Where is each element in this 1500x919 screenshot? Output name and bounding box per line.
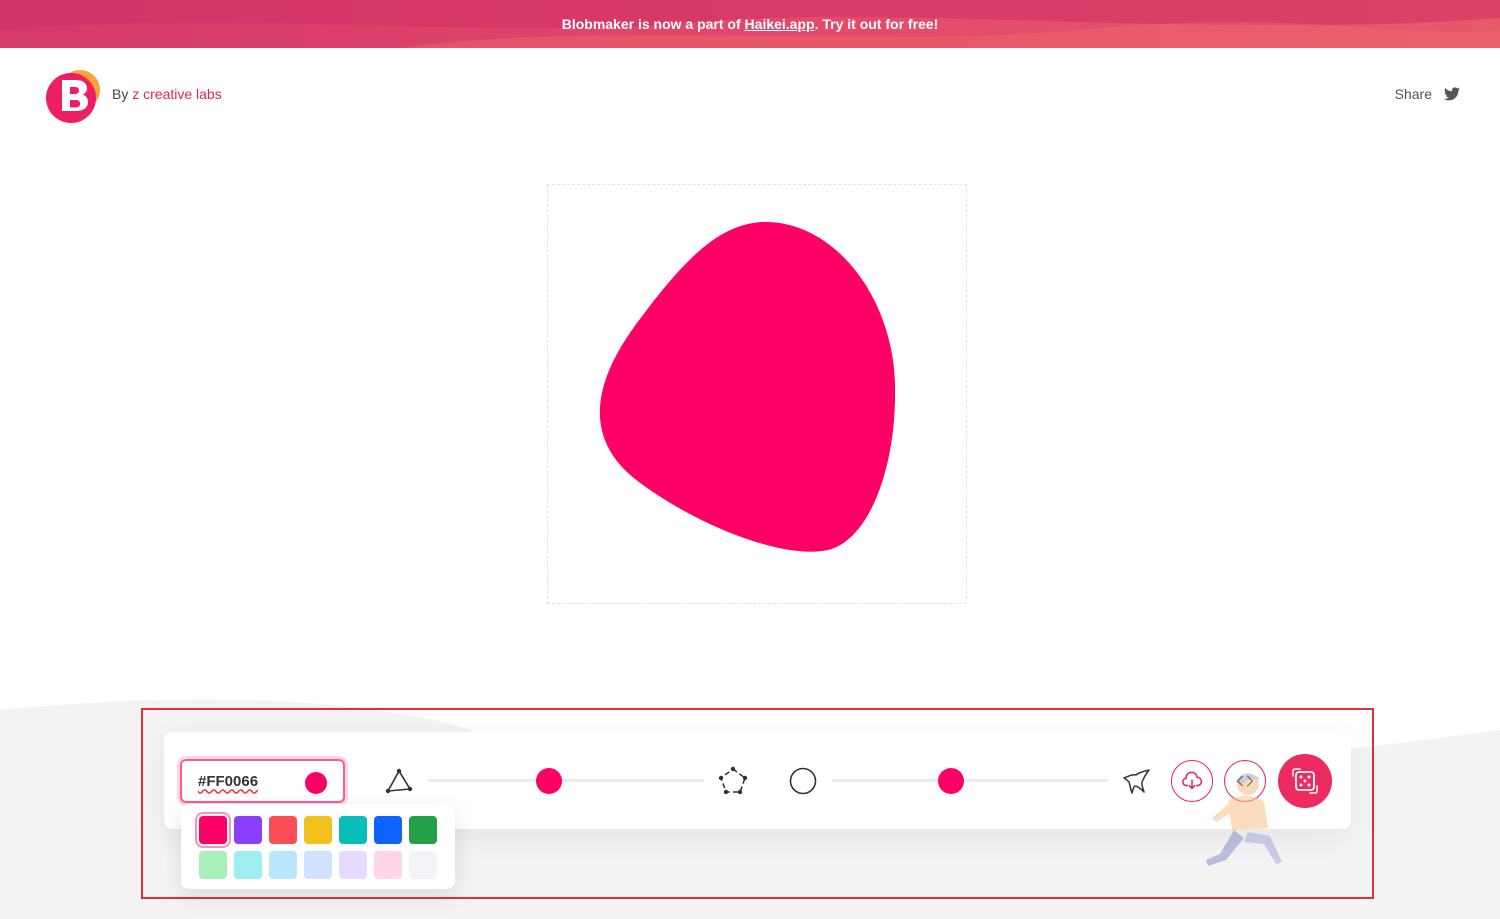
contrast-slider-thumb[interactable] [937,768,964,794]
circle-outline-icon [788,766,818,796]
color-swatch[interactable] [234,851,262,879]
color-preview-dot[interactable] [305,772,327,794]
blob-shape[interactable] [548,185,968,605]
color-swatch[interactable] [234,816,262,844]
color-swatch[interactable] [339,816,367,844]
creative-labs-link[interactable]: z creative labs [132,86,221,102]
color-swatch[interactable] [304,816,332,844]
triangle-nodes-icon [383,765,415,797]
byline: By z creative labs [112,86,222,102]
banner-prefix: Blobmaker is now a part of [561,16,745,32]
banner-text: Blobmaker is now a part of Haikei.app. T… [562,16,939,32]
color-swatch[interactable] [269,851,297,879]
dice-icon [1292,768,1318,794]
blob-canvas [547,184,967,604]
color-swatch[interactable] [199,816,227,844]
color-palette-popup [181,804,455,889]
twitter-icon [1444,87,1460,101]
color-swatch[interactable] [374,816,402,844]
color-swatch[interactable] [269,816,297,844]
share-label: Share [1394,86,1432,102]
color-swatch[interactable] [339,851,367,879]
announcement-banner: Blobmaker is now a part of Haikei.app. T… [0,0,1500,48]
byline-prefix: By [112,86,133,102]
color-input[interactable]: #FF0066 [180,759,345,803]
color-swatch[interactable] [409,816,437,844]
contrast-slider-track[interactable] [832,779,1108,782]
spiky-shape-icon [1120,765,1152,797]
blobmaker-logo[interactable] [44,66,102,124]
runner-illustration [1206,773,1282,866]
pentagon-nodes-icon [716,764,750,798]
haikei-link[interactable]: Haikei.app [745,16,815,32]
banner-suffix: . Try it out for free! [814,16,939,32]
color-swatch[interactable] [409,851,437,879]
blobmaker-app: Blobmaker is now a part of Haikei.app. T… [0,0,1500,919]
color-swatch[interactable] [374,851,402,879]
color-swatch[interactable] [304,851,332,879]
complexity-slider-track[interactable] [428,779,704,782]
color-value: #FF0066 [198,772,259,790]
color-swatch[interactable] [199,851,227,879]
share-button[interactable]: Share [1395,86,1460,102]
